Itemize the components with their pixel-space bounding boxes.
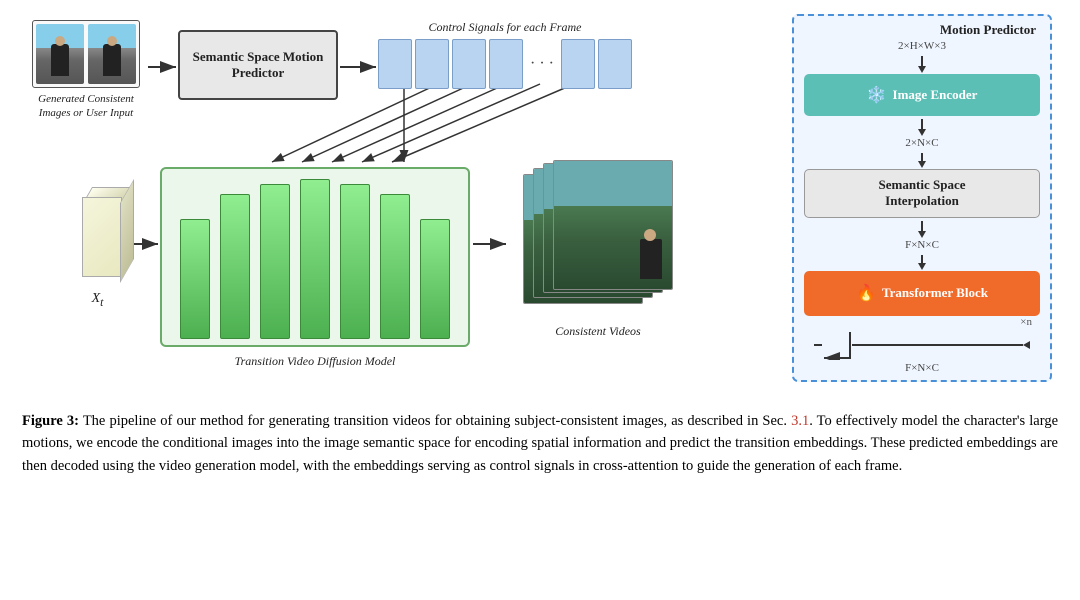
mp-return-right (852, 344, 1023, 346)
dots-separator: · · · (530, 55, 554, 73)
ssmp-box: Semantic Space Motion Predictor (178, 30, 338, 100)
mp-dim2: 2×N×C (905, 137, 938, 149)
diffusion-bar-2 (220, 194, 250, 339)
motion-predictor-panel: Motion Predictor 2×H×W×3 ❄️ Image Encode… (792, 14, 1052, 382)
figure-label: Figure 3: (22, 413, 79, 429)
control-frame-2 (415, 39, 449, 89)
section-ref: 3.1 (791, 413, 809, 429)
control-frame-3 (452, 39, 486, 89)
input-images-panel: Generated Consistent Images or User Inpu… (26, 20, 146, 121)
mp-arrow-3 (918, 153, 926, 168)
mp-interpolation-label-1: Semantic Space (878, 177, 965, 193)
mp-arrow-line-2 (921, 119, 923, 129)
control-frame-6 (598, 39, 632, 89)
mp-image-encoder-label: Image Encoder (893, 87, 978, 103)
mp-xn-label: ×n (1020, 316, 1032, 328)
input-image-1 (36, 24, 84, 84)
mp-arrow-line-1 (921, 56, 923, 66)
mp-arrow-1 (918, 56, 926, 73)
mp-interpolation-label-2: Interpolation (885, 193, 959, 209)
mp-dim1: 2×H×W×3 (898, 40, 946, 52)
mp-arrow-head-4 (918, 231, 926, 238)
page-container: Generated Consistent Images or User Inpu… (0, 0, 1080, 600)
control-label: Control Signals for each Frame (429, 20, 582, 35)
ssmp-label: Semantic Space Motion Predictor (186, 49, 330, 81)
control-signals-group: Control Signals for each Frame · · · (378, 20, 632, 89)
video-stack (523, 160, 673, 320)
xt-label: Xt (92, 291, 104, 309)
diffusion-bar-6 (380, 194, 410, 339)
diffusion-bar-3 (260, 184, 290, 339)
mp-arrow-head-5 (918, 263, 926, 270)
mp-return-curve (822, 330, 852, 360)
mp-image-encoder-block: ❄️ Image Encoder (804, 74, 1040, 116)
control-frame-1 (378, 39, 412, 89)
xt-face-front (82, 197, 122, 277)
mp-transformer-block: 🔥 Transformer Block (804, 271, 1040, 316)
mp-arrow-line-4 (921, 221, 923, 231)
mp-title: Motion Predictor (940, 22, 1036, 38)
fire-icon: 🔥 (856, 283, 876, 303)
consistent-videos: Consistent Videos (508, 160, 688, 350)
video-frame-front (553, 160, 673, 290)
diffusion-bar-7 (420, 219, 450, 339)
tvdm-label: Transition Video Diffusion Model (235, 354, 396, 369)
caption-area: Figure 3: The pipeline of our method for… (18, 402, 1062, 588)
diffusion-bar-1 (180, 219, 210, 339)
mp-arrow-head-3 (918, 161, 926, 168)
mp-arrow-head-2 (918, 129, 926, 136)
input-label: Generated Consistent Images or User Inpu… (26, 92, 146, 121)
control-frame-5 (561, 39, 595, 89)
snowflake-icon: ❄️ (867, 85, 887, 105)
frames-row: · · · (378, 39, 632, 89)
mp-return-arrowhead (1023, 341, 1030, 349)
mp-dim4: F×N×C (905, 362, 939, 374)
mp-arrow-line-5 (921, 255, 923, 263)
caption-text: The pipeline of our method for generatin… (22, 413, 1058, 474)
mp-arrow-4 (918, 221, 926, 238)
mp-dim3: F×N×C (905, 239, 939, 251)
mp-transformer-label: Transformer Block (882, 285, 988, 301)
xt-block: Xt (70, 187, 125, 287)
cv-label: Consistent Videos (508, 324, 688, 339)
tvdm-area: Transition Video Diffusion Model (160, 167, 470, 347)
control-frame-4 (489, 39, 523, 89)
mp-arrow-2 (918, 119, 926, 136)
diffusion-bar-5 (340, 184, 370, 339)
mp-return-arrow (804, 330, 1040, 360)
diffusion-bar-4 (300, 179, 330, 339)
mp-interpolation-block: Semantic Space Interpolation (804, 169, 1040, 218)
input-image-2 (88, 24, 136, 84)
mp-arrow-line-3 (921, 153, 923, 161)
mp-arrow-head-1 (918, 66, 926, 73)
mp-arrow-5 (918, 255, 926, 270)
mp-return-left (814, 344, 822, 346)
diagram-area: Generated Consistent Images or User Inpu… (18, 12, 1062, 402)
image-pair (32, 20, 140, 88)
